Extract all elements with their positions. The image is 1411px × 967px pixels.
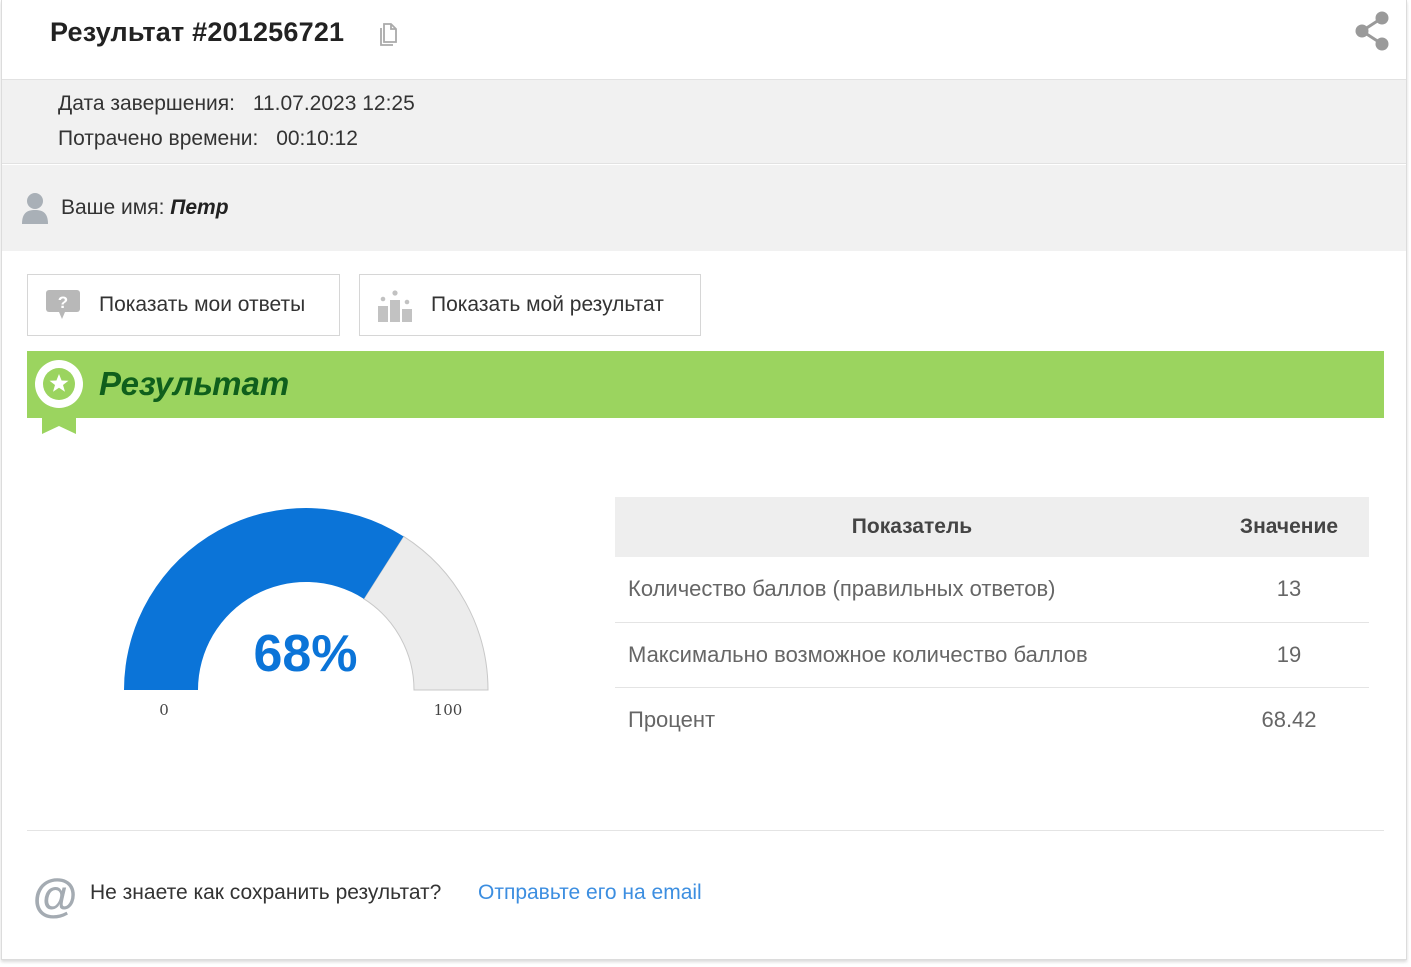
- user-name-bar: Ваше имя: Петр: [2, 165, 1406, 251]
- result-header: Результат #201256721: [2, 0, 1406, 80]
- row-value: 68.42: [1261, 706, 1317, 732]
- podium-icon: [378, 290, 412, 322]
- svg-text:@: @: [33, 873, 77, 919]
- row-value: 19: [1209, 622, 1369, 688]
- table-row: Максимально возможное количество баллов …: [615, 622, 1369, 688]
- user-name-value: Петр: [170, 196, 229, 219]
- result-section-title: Результат: [99, 365, 290, 402]
- time-spent-label: Потрачено времени:: [58, 127, 259, 150]
- column-header-indicator: Показатель: [615, 497, 1209, 557]
- at-icon: @: [33, 873, 77, 919]
- row-indicator: Количество баллов (правильных ответов): [615, 557, 1209, 623]
- page-title: Результат #201256721: [50, 17, 345, 47]
- completion-date-label: Дата завершения:: [58, 92, 235, 115]
- gauge-min-label: 0: [159, 701, 169, 719]
- award-badge-icon: [35, 360, 83, 434]
- gauge-max-label: 100: [433, 701, 463, 719]
- completion-date-row: Дата завершения: 11.07.2023 12:25: [58, 92, 415, 116]
- table-row: Процент 68.42: [615, 687, 1369, 752]
- show-answers-label: Показать мои ответы: [99, 293, 306, 316]
- save-result-question: Не знаете как сохранить результат?: [90, 881, 442, 904]
- column-header-value: Значение: [1209, 497, 1369, 557]
- completion-date-value: 11.07.2023 12:25: [252, 92, 415, 115]
- time-spent-value: 00:10:12: [276, 127, 358, 150]
- row-value: 13: [1209, 557, 1369, 623]
- row-indicator: Максимально возможное количество баллов: [615, 622, 1209, 688]
- svg-text:?: ?: [58, 293, 68, 312]
- gauge-percent-label: 68%: [253, 625, 358, 683]
- send-email-link[interactable]: Отправьте его на email: [478, 881, 702, 905]
- user-icon: [22, 193, 48, 224]
- result-section-header: Результат: [27, 351, 1384, 418]
- share-icon[interactable]: [1352, 10, 1392, 52]
- show-result-button[interactable]: Показать мой результат: [359, 274, 701, 336]
- user-name: Ваше имя: Петр: [61, 196, 229, 220]
- result-card: Результат #201256721 Дата завершения: 11…: [1, 0, 1407, 960]
- stats-table-header: Показатель Значение: [615, 497, 1369, 557]
- score-gauge: [124, 508, 489, 691]
- time-spent-row: Потрачено времени: 00:10:12: [58, 127, 358, 151]
- table-row: Количество баллов (правильных ответов) 1…: [615, 557, 1369, 623]
- row-indicator: Процент: [628, 706, 716, 732]
- user-name-label: Ваше имя:: [61, 196, 165, 219]
- show-answers-button[interactable]: ? Показать мои ответы: [27, 274, 340, 336]
- question-bubble-icon: ?: [46, 290, 80, 319]
- stats-table: Показатель Значение Количество баллов (п…: [615, 497, 1369, 752]
- section-divider: [27, 830, 1384, 831]
- meta-panel: Дата завершения: 11.07.2023 12:25 Потрач…: [2, 80, 1406, 164]
- show-result-label: Показать мой результат: [431, 293, 664, 316]
- copy-icon[interactable]: [377, 22, 399, 46]
